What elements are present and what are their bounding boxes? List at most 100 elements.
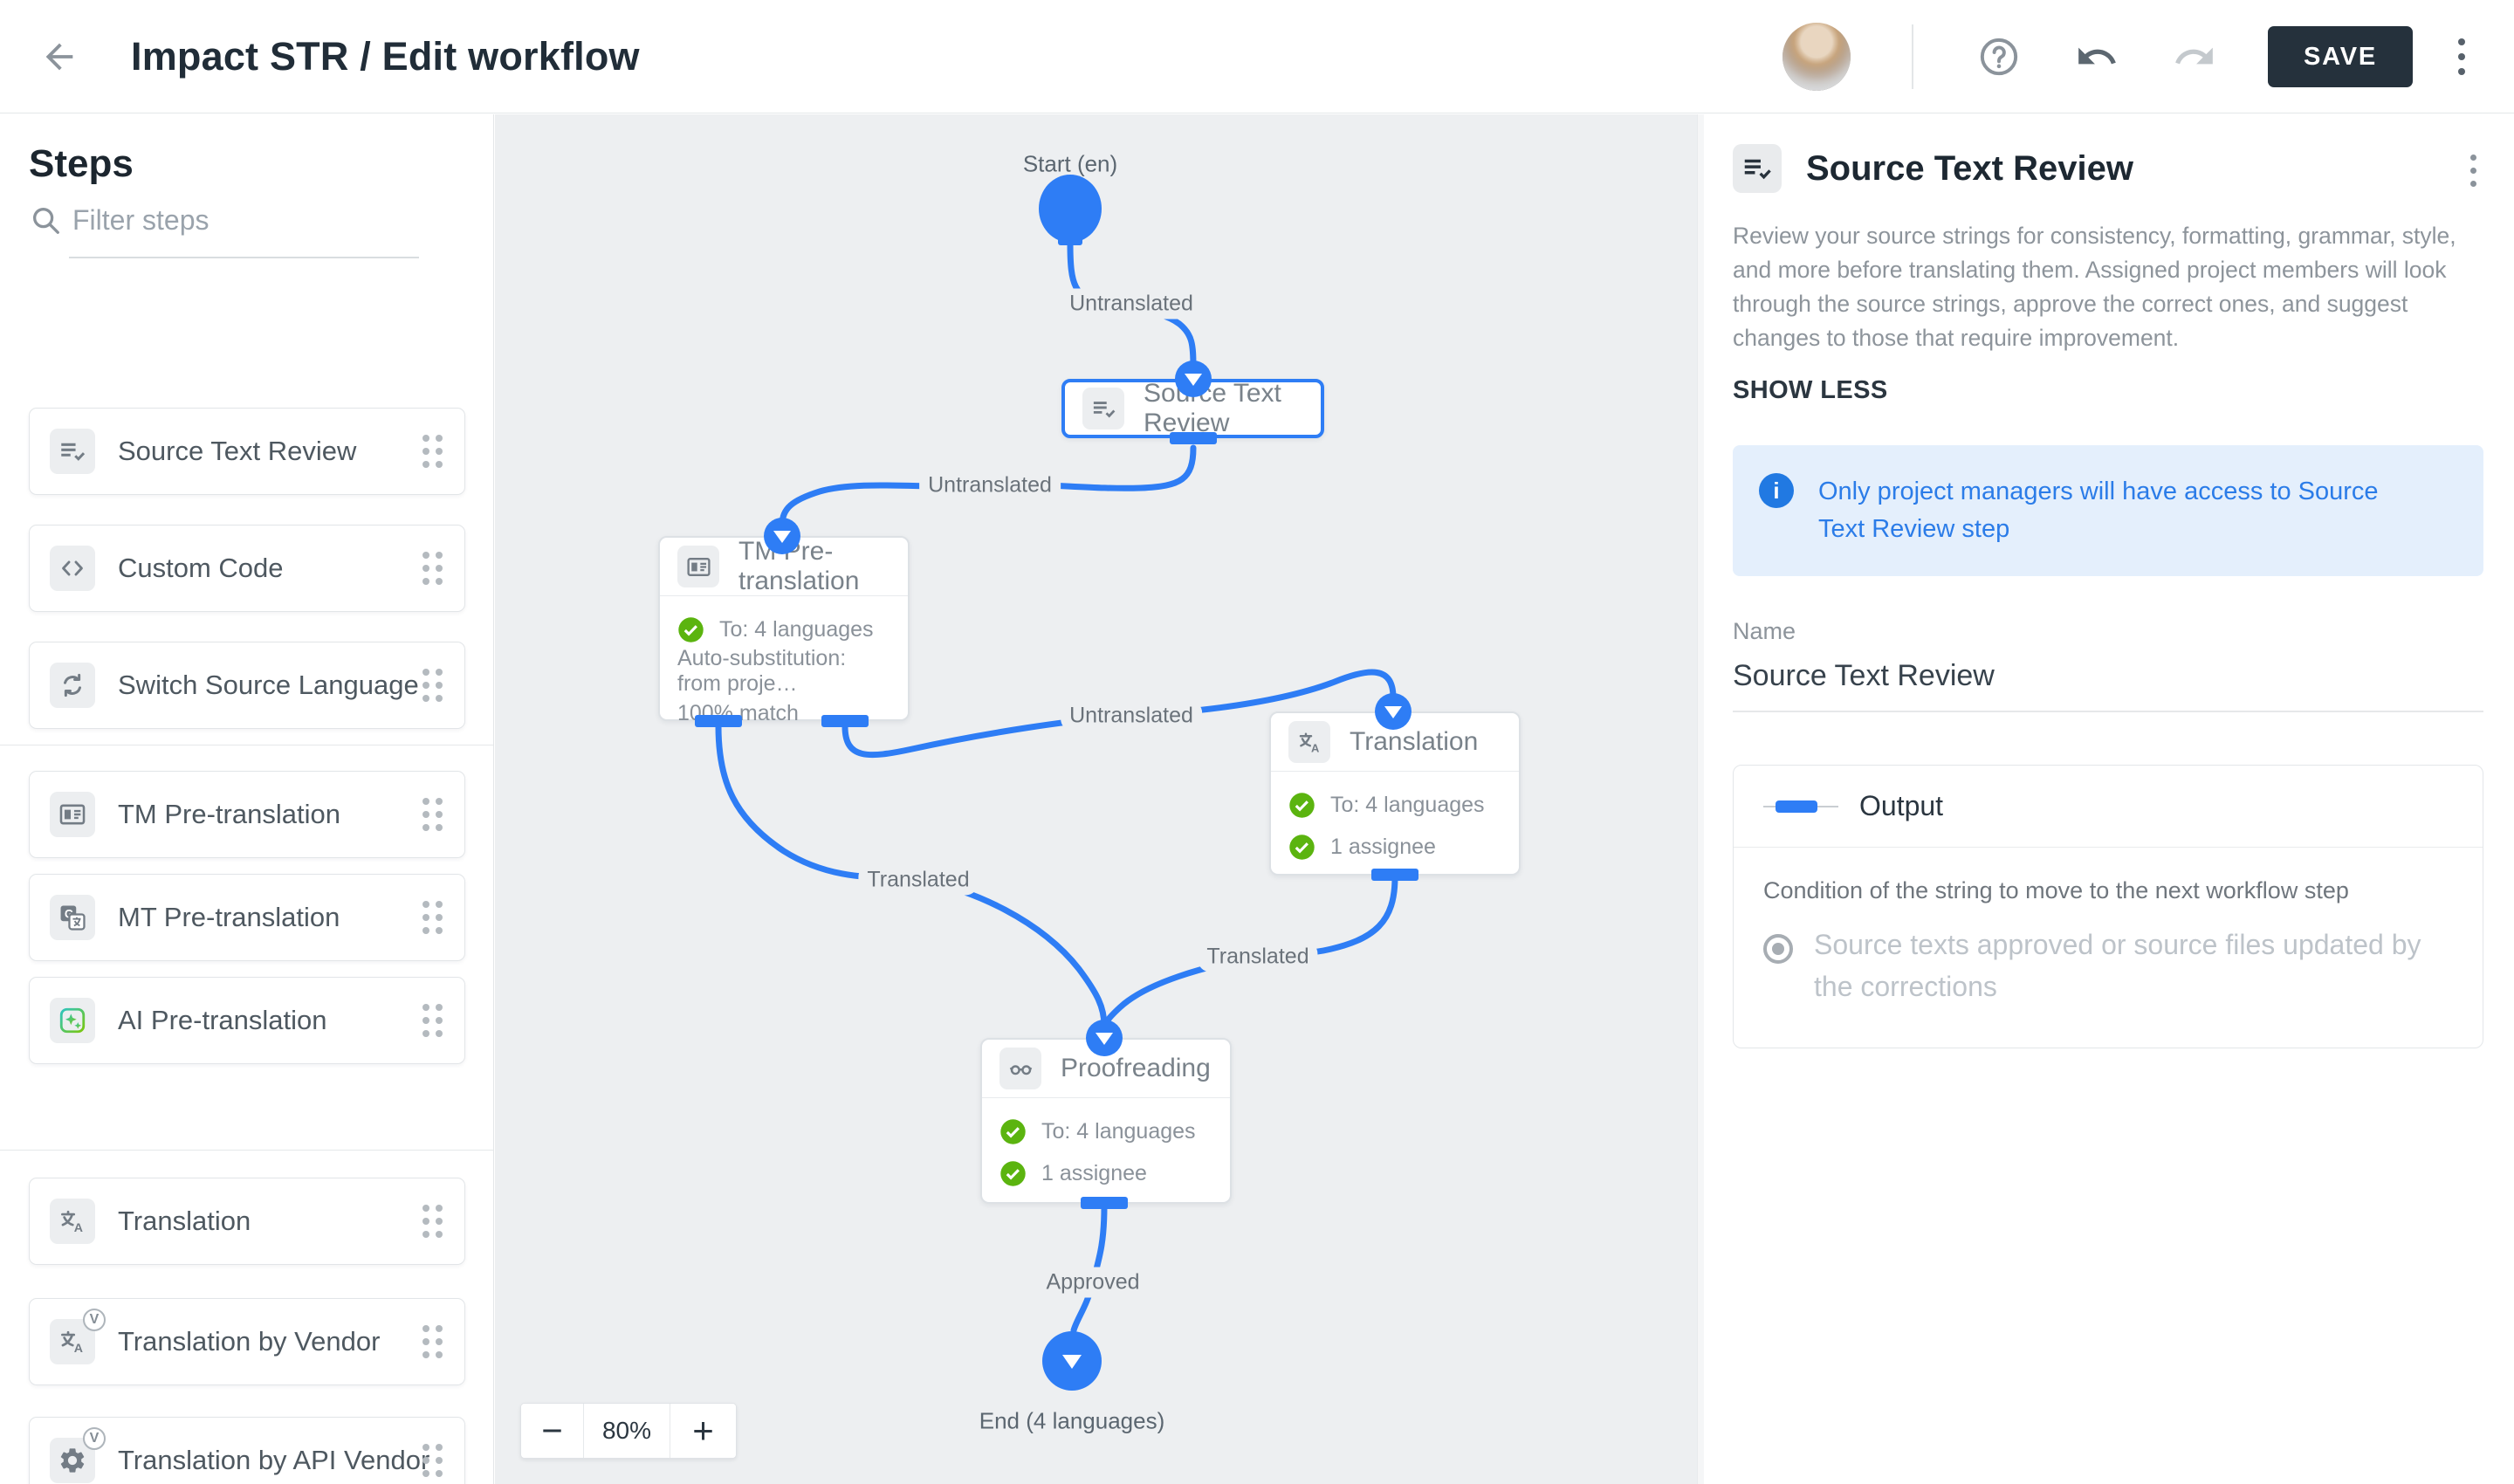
page-title: Impact STR / Edit workflow bbox=[131, 34, 640, 79]
sidebar-title: Steps bbox=[29, 142, 134, 186]
node-detail-row: 100% match bbox=[677, 692, 890, 734]
info-icon: i bbox=[1759, 473, 1794, 508]
undo-button[interactable] bbox=[2072, 32, 2121, 81]
sidebar-item-label: TM Pre-translation bbox=[118, 799, 340, 830]
check-circle-icon bbox=[1288, 834, 1315, 861]
back-button[interactable] bbox=[33, 31, 86, 83]
sync-icon bbox=[50, 663, 95, 708]
redo-button[interactable] bbox=[2170, 32, 2219, 81]
playlist-check-icon bbox=[1082, 388, 1124, 429]
drag-handle[interactable] bbox=[422, 435, 443, 468]
sidebar-item-label: Custom Code bbox=[118, 553, 284, 584]
end-node-label: End (4 languages) bbox=[979, 1408, 1164, 1435]
tm-icon bbox=[677, 546, 719, 587]
workflow-canvas[interactable]: Untranslated Untranslated Untranslated T… bbox=[495, 114, 1704, 1484]
arrow-left-icon bbox=[39, 37, 79, 77]
sidebar-item-translation-by-api-vendor[interactable]: V Translation by API Vendor bbox=[29, 1417, 465, 1484]
drag-handle[interactable] bbox=[422, 798, 443, 831]
node-detail-row: 1 assignee bbox=[999, 1152, 1212, 1194]
drag-handle[interactable] bbox=[422, 552, 443, 585]
drag-handle[interactable] bbox=[422, 1004, 443, 1037]
group-divider bbox=[0, 1150, 494, 1151]
name-field-label: Name bbox=[1733, 618, 2483, 645]
playlist-check-icon bbox=[50, 429, 95, 474]
check-circle-icon bbox=[999, 1118, 1027, 1145]
edge-label: Untranslated bbox=[919, 471, 1061, 501]
node-title: Translation bbox=[1350, 727, 1478, 757]
translate-icon: A bbox=[1288, 721, 1330, 763]
edge-label: Approved bbox=[1037, 1268, 1148, 1298]
output-connector-icon bbox=[1763, 798, 1838, 815]
node-detail-row: Auto-substitution: from proje… bbox=[677, 650, 890, 692]
edge-label: Untranslated bbox=[1061, 289, 1202, 319]
check-circle-icon bbox=[999, 1160, 1027, 1187]
zoom-out-button[interactable]: − bbox=[521, 1404, 584, 1458]
output-condition-radio[interactable] bbox=[1763, 934, 1793, 964]
show-less-toggle[interactable]: SHOW LESS bbox=[1733, 376, 1888, 405]
more-options-button[interactable] bbox=[2451, 31, 2472, 82]
name-field[interactable]: Source Text Review bbox=[1733, 659, 2483, 712]
workflow-node-tm-pre-translation[interactable]: TM Pre-translation To: 4 languages Auto-… bbox=[658, 536, 910, 721]
redo-icon bbox=[2173, 35, 2216, 79]
filter-steps-input[interactable] bbox=[72, 204, 413, 237]
sidebar-item-mt-pre-translation[interactable]: G MT Pre-translation bbox=[29, 874, 465, 961]
zoom-in-button[interactable]: + bbox=[670, 1404, 736, 1458]
drag-handle[interactable] bbox=[422, 1205, 443, 1238]
vendor-badge: V bbox=[83, 1309, 106, 1331]
undo-icon bbox=[2075, 35, 2119, 79]
sidebar-item-source-text-review[interactable]: Source Text Review bbox=[29, 408, 465, 495]
drag-handle[interactable] bbox=[422, 1325, 443, 1358]
sidebar-item-label: MT Pre-translation bbox=[118, 902, 340, 933]
zoom-control: − 80% + bbox=[520, 1403, 737, 1459]
output-title: Output bbox=[1859, 790, 1943, 822]
check-circle-icon bbox=[1288, 792, 1315, 819]
drag-handle[interactable] bbox=[422, 669, 443, 702]
sidebar-item-label: Source Text Review bbox=[118, 436, 356, 467]
save-button[interactable]: SAVE bbox=[2268, 26, 2413, 87]
mt-icon: G bbox=[50, 895, 95, 940]
workflow-node-source-text-review[interactable]: Source Text Review bbox=[1061, 379, 1324, 438]
svg-text:A: A bbox=[74, 1221, 83, 1235]
panel-title: Source Text Review bbox=[1806, 149, 2133, 189]
node-detail-row: To: 4 languages bbox=[1288, 784, 1501, 826]
drag-handle[interactable] bbox=[422, 901, 443, 934]
output-card: Output Condition of the string to move t… bbox=[1733, 765, 2483, 1048]
sidebar-item-custom-code[interactable]: Custom Code bbox=[29, 525, 465, 612]
info-banner-text: Only project managers will have access t… bbox=[1818, 473, 2429, 548]
sidebar-item-tm-pre-translation[interactable]: TM Pre-translation bbox=[29, 771, 465, 858]
ai-sparkle-icon bbox=[50, 998, 95, 1043]
info-banner: i Only project managers will have access… bbox=[1733, 445, 2483, 576]
start-node-label: Start (en) bbox=[1023, 151, 1117, 178]
node-title: TM Pre-translation bbox=[738, 537, 890, 596]
sidebar-item-label: Translation by Vendor bbox=[118, 1326, 380, 1357]
user-avatar[interactable] bbox=[1782, 23, 1851, 91]
code-icon bbox=[50, 546, 95, 591]
node-detail-row: To: 4 languages bbox=[677, 608, 890, 650]
top-bar: Impact STR / Edit workflow SAVE bbox=[0, 0, 2514, 113]
svg-text:A: A bbox=[1311, 741, 1319, 754]
node-detail-row: 1 assignee bbox=[1288, 826, 1501, 868]
sidebar-item-translation[interactable]: A Translation bbox=[29, 1178, 465, 1265]
sidebar-item-ai-pre-translation[interactable]: AI Pre-translation bbox=[29, 977, 465, 1064]
workflow-node-translation[interactable]: A Translation To: 4 languages 1 assignee bbox=[1269, 711, 1521, 876]
edge-label: Translated bbox=[858, 865, 978, 896]
search-icon bbox=[29, 203, 62, 237]
zoom-level: 80% bbox=[584, 1404, 670, 1458]
sidebar-item-switch-source-language[interactable]: Switch Source Language bbox=[29, 642, 465, 729]
edge-label: Untranslated bbox=[1061, 701, 1202, 732]
steps-sidebar: Steps Source Text Review Custom Code Swi… bbox=[0, 114, 494, 1484]
step-description: Review your source strings for consisten… bbox=[1733, 219, 2475, 355]
help-button[interactable] bbox=[1975, 32, 2023, 81]
gear-icon: V bbox=[50, 1438, 95, 1483]
output-condition-label: Condition of the string to move to the n… bbox=[1763, 877, 2453, 904]
drag-handle[interactable] bbox=[422, 1444, 443, 1477]
node-detail-row: To: 4 languages bbox=[999, 1110, 1212, 1152]
step-options-button[interactable] bbox=[2465, 149, 2482, 192]
check-circle-icon bbox=[677, 616, 704, 643]
svg-text:A: A bbox=[74, 1342, 83, 1356]
input-underline bbox=[69, 257, 419, 258]
output-condition-option: Source texts approved or source files up… bbox=[1814, 924, 2453, 1007]
sidebar-item-translation-by-vendor[interactable]: A V Translation by Vendor bbox=[29, 1298, 465, 1385]
workflow-node-proofreading[interactable]: Proofreading To: 4 languages 1 assignee bbox=[980, 1038, 1232, 1204]
sidebar-item-label: Switch Source Language bbox=[118, 670, 419, 701]
